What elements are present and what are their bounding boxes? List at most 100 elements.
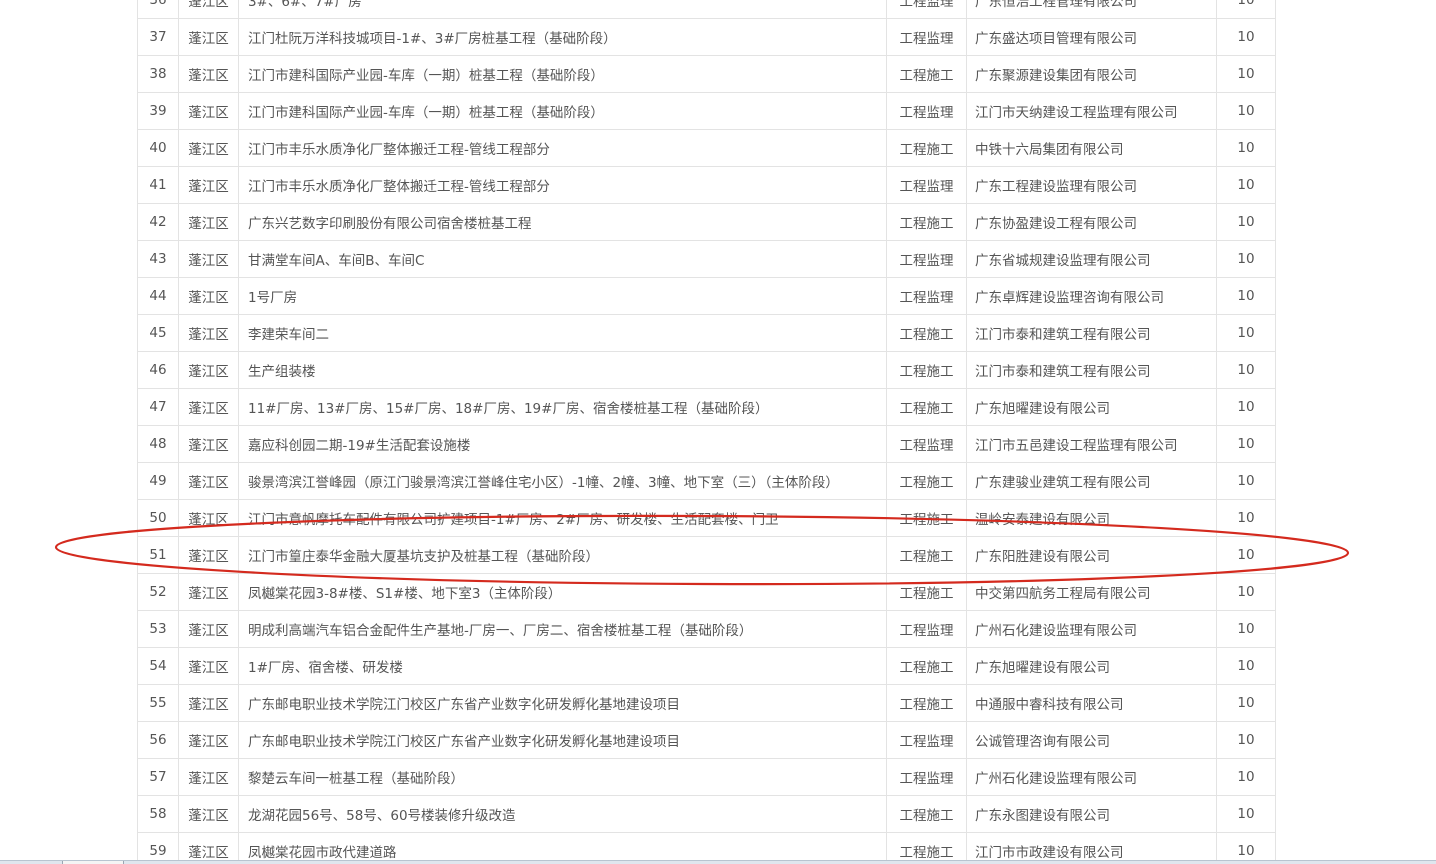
work-type-cell: 工程施工 bbox=[886, 388, 967, 426]
score-cell: 10 bbox=[1216, 388, 1276, 426]
bottom-scroll-bar[interactable] bbox=[0, 860, 1436, 864]
company-name-cell: 广东阳胜建设有限公司 bbox=[966, 536, 1217, 574]
table-row: 38 蓬江区 江门市建科国际产业园-车库（一期）桩基工程（基础阶段） 工程施工 广东聚源… bbox=[137, 55, 1296, 93]
work-type-cell: 工程施工 bbox=[886, 351, 967, 389]
row-number: 36 bbox=[137, 0, 179, 19]
row-number: 46 bbox=[137, 351, 179, 389]
project-name-cell: 江门市丰乐水质净化厂整体搬迁工程-管线工程部分 bbox=[238, 166, 887, 204]
district-cell: 蓬江区 bbox=[178, 647, 239, 685]
table-row: 58 蓬江区 龙湖花园56号、58号、60号楼装修升级改造 工程施工 广东永图建设有限公… bbox=[137, 795, 1296, 833]
project-name-cell: 江门市建科国际产业园-车库（一期）桩基工程（基础阶段） bbox=[238, 92, 887, 130]
company-name-cell: 广州石化建设监理有限公司 bbox=[966, 610, 1217, 648]
row-spacer bbox=[1275, 388, 1296, 426]
work-type-cell: 工程监理 bbox=[886, 0, 967, 19]
table-row: 46 蓬江区 生产组装楼 工程施工 江门市泰和建筑工程有限公司 10 bbox=[137, 351, 1296, 389]
project-name-cell: 江门杜阮万洋科技城项目-1#、3#厂房桩基工程（基础阶段） bbox=[238, 18, 887, 56]
project-name-cell: 江门市建科国际产业园-车库（一期）桩基工程（基础阶段） bbox=[238, 55, 887, 93]
project-name-cell: 凤樾棠花园3-8#楼、S1#楼、地下室3（主体阶段） bbox=[238, 573, 887, 611]
row-spacer bbox=[1275, 684, 1296, 722]
row-spacer bbox=[1275, 758, 1296, 796]
work-type-cell: 工程施工 bbox=[886, 499, 967, 537]
score-cell: 10 bbox=[1216, 499, 1276, 537]
score-cell: 10 bbox=[1216, 758, 1276, 796]
work-type-cell: 工程施工 bbox=[886, 536, 967, 574]
work-type-cell: 工程监理 bbox=[886, 166, 967, 204]
work-type-cell: 工程监理 bbox=[886, 610, 967, 648]
row-number: 45 bbox=[137, 314, 179, 352]
project-name-cell: 3#、6#、7#厂房 bbox=[238, 0, 887, 19]
table-row: 56 蓬江区 广东邮电职业技术学院江门校区广东省产业数字化研发孵化基地建设项目 工程监… bbox=[137, 721, 1296, 759]
project-name-cell: 龙湖花园56号、58号、60号楼装修升级改造 bbox=[238, 795, 887, 833]
score-cell: 10 bbox=[1216, 277, 1276, 315]
row-spacer bbox=[1275, 203, 1296, 241]
district-cell: 蓬江区 bbox=[178, 499, 239, 537]
row-spacer bbox=[1275, 536, 1296, 574]
table-row: 54 蓬江区 1#厂房、宿舍楼、研发楼 工程施工 广东旭曜建设有限公司 10 bbox=[137, 647, 1296, 685]
district-cell: 蓬江区 bbox=[178, 0, 239, 19]
table-row: 39 蓬江区 江门市建科国际产业园-车库（一期）桩基工程（基础阶段） 工程监理 江门市天… bbox=[137, 92, 1296, 130]
score-cell: 10 bbox=[1216, 647, 1276, 685]
project-name-cell: 1号厂房 bbox=[238, 277, 887, 315]
district-cell: 蓬江区 bbox=[178, 92, 239, 130]
row-spacer bbox=[1275, 314, 1296, 352]
row-number: 55 bbox=[137, 684, 179, 722]
score-cell: 10 bbox=[1216, 203, 1276, 241]
work-type-cell: 工程施工 bbox=[886, 314, 967, 352]
project-name-cell: 1#厂房、宿舍楼、研发楼 bbox=[238, 647, 887, 685]
company-name-cell: 中铁十六局集团有限公司 bbox=[966, 129, 1217, 167]
row-spacer bbox=[1275, 129, 1296, 167]
row-number: 48 bbox=[137, 425, 179, 463]
score-cell: 10 bbox=[1216, 610, 1276, 648]
row-number: 38 bbox=[137, 55, 179, 93]
district-cell: 蓬江区 bbox=[178, 277, 239, 315]
company-name-cell: 江门市五邑建设工程监理有限公司 bbox=[966, 425, 1217, 463]
district-cell: 蓬江区 bbox=[178, 795, 239, 833]
row-number: 43 bbox=[137, 240, 179, 278]
row-spacer bbox=[1275, 0, 1296, 19]
results-table: 36 蓬江区 3#、6#、7#厂房 工程监理 广东恒浩工程管理有限公司 10 37 蓬江区 江门… bbox=[137, 0, 1296, 864]
row-spacer bbox=[1275, 166, 1296, 204]
row-spacer bbox=[1275, 573, 1296, 611]
row-number: 54 bbox=[137, 647, 179, 685]
district-cell: 蓬江区 bbox=[178, 240, 239, 278]
row-number: 49 bbox=[137, 462, 179, 500]
score-cell: 10 bbox=[1216, 462, 1276, 500]
score-cell: 10 bbox=[1216, 573, 1276, 611]
table-row: 45 蓬江区 李建荣车间二 工程施工 江门市泰和建筑工程有限公司 10 bbox=[137, 314, 1296, 352]
company-name-cell: 广东聚源建设集团有限公司 bbox=[966, 55, 1217, 93]
score-cell: 10 bbox=[1216, 129, 1276, 167]
table-row: 42 蓬江区 广东兴艺数字印刷股份有限公司宿舍楼桩基工程 工程施工 广东协盈建设工程有限… bbox=[137, 203, 1296, 241]
company-name-cell: 广东恒浩工程管理有限公司 bbox=[966, 0, 1217, 19]
district-cell: 蓬江区 bbox=[178, 203, 239, 241]
results-table-body: 36 蓬江区 3#、6#、7#厂房 工程监理 广东恒浩工程管理有限公司 10 37 蓬江区 江门… bbox=[137, 0, 1296, 864]
row-number: 52 bbox=[137, 573, 179, 611]
project-name-cell: 11#厂房、13#厂房、15#厂房、18#厂房、19#厂房、宿舍楼桩基工程（基础… bbox=[238, 388, 887, 426]
row-spacer bbox=[1275, 425, 1296, 463]
company-name-cell: 中通服中睿科技有限公司 bbox=[966, 684, 1217, 722]
district-cell: 蓬江区 bbox=[178, 55, 239, 93]
district-cell: 蓬江区 bbox=[178, 18, 239, 56]
district-cell: 蓬江区 bbox=[178, 721, 239, 759]
table-row: 41 蓬江区 江门市丰乐水质净化厂整体搬迁工程-管线工程部分 工程监理 广东工程建设监理… bbox=[137, 166, 1296, 204]
table-row: 51 蓬江区 江门市篁庄泰华金融大厦基坑支护及桩基工程（基础阶段） 工程施工 广东阳胜建… bbox=[137, 536, 1296, 574]
work-type-cell: 工程施工 bbox=[886, 573, 967, 611]
project-name-cell: 江门市篁庄泰华金融大厦基坑支护及桩基工程（基础阶段） bbox=[238, 536, 887, 574]
table-row: 47 蓬江区 11#厂房、13#厂房、15#厂房、18#厂房、19#厂房、宿舍楼桩基… bbox=[137, 388, 1296, 426]
row-number: 40 bbox=[137, 129, 179, 167]
work-type-cell: 工程施工 bbox=[886, 203, 967, 241]
company-name-cell: 广东旭曜建设有限公司 bbox=[966, 388, 1217, 426]
row-spacer bbox=[1275, 610, 1296, 648]
work-type-cell: 工程施工 bbox=[886, 462, 967, 500]
table-row: 49 蓬江区 骏景湾滨江誉峰园（原江门骏景湾滨江誉峰住宅小区）-1幢、2幢、3幢、地… bbox=[137, 462, 1296, 500]
district-cell: 蓬江区 bbox=[178, 351, 239, 389]
district-cell: 蓬江区 bbox=[178, 610, 239, 648]
work-type-cell: 工程监理 bbox=[886, 758, 967, 796]
district-cell: 蓬江区 bbox=[178, 388, 239, 426]
project-name-cell: 黎楚云车间一桩基工程（基础阶段） bbox=[238, 758, 887, 796]
score-cell: 10 bbox=[1216, 18, 1276, 56]
project-name-cell: 李建荣车间二 bbox=[238, 314, 887, 352]
company-name-cell: 广州石化建设监理有限公司 bbox=[966, 758, 1217, 796]
district-cell: 蓬江区 bbox=[178, 573, 239, 611]
row-number: 47 bbox=[137, 388, 179, 426]
page: 36 蓬江区 3#、6#、7#厂房 工程监理 广东恒浩工程管理有限公司 10 37 蓬江区 江门… bbox=[0, 0, 1436, 864]
